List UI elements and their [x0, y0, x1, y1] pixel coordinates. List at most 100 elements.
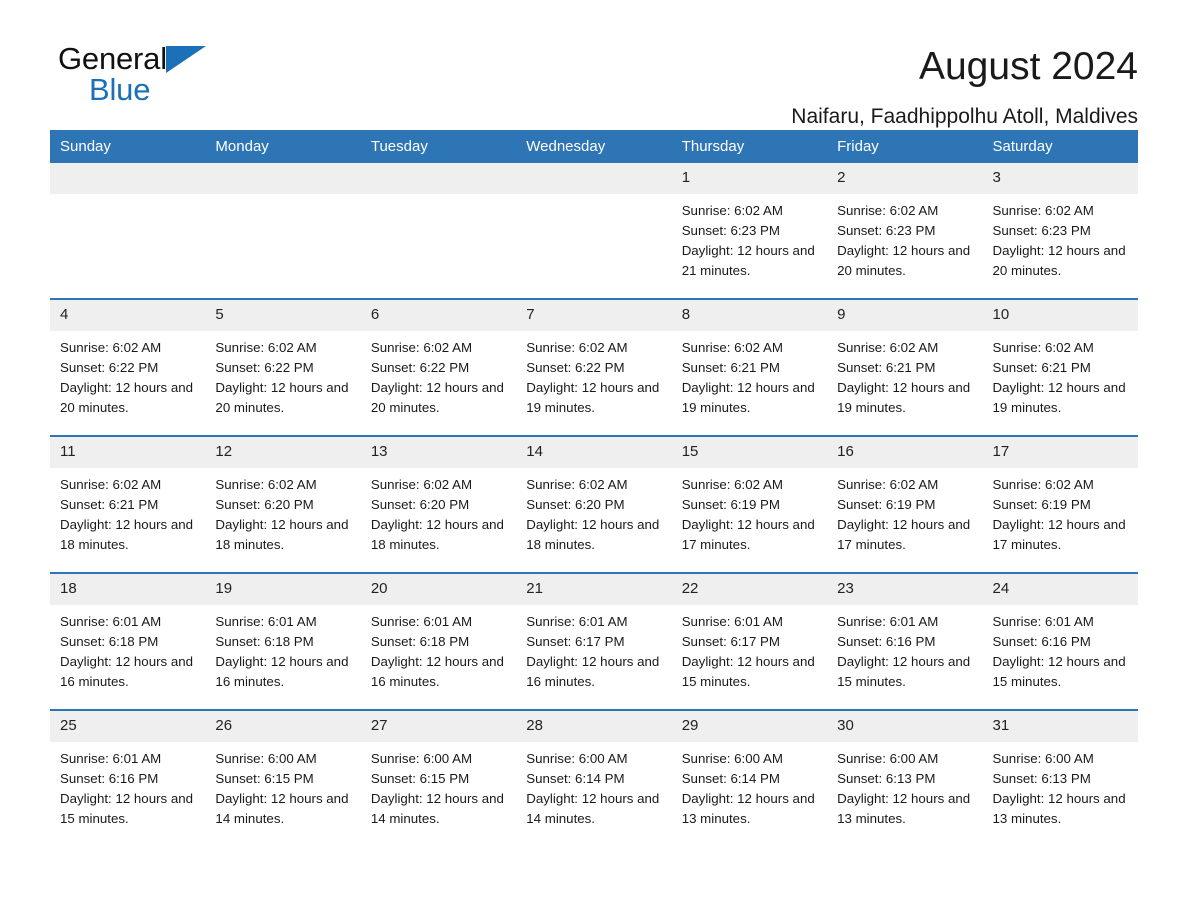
day-details: Sunrise: 6:00 AM Sunset: 6:13 PM Daylight:…	[983, 742, 1138, 829]
calendar-day-cell[interactable]: 9 Sunrise: 6:02 AM Sunset: 6:21 PM Daylight…	[827, 298, 983, 436]
sunrise-text: Sunrise: 6:01 AM	[215, 614, 317, 629]
calendar-day-cell[interactable]: 16 Sunrise: 6:02 AM Sunset: 6:19 PM Dayligh…	[827, 435, 983, 573]
calendar-day-cell[interactable]: 15 Sunrise: 6:02 AM Sunset: 6:19 PM Dayligh…	[671, 435, 828, 573]
day-number: 16	[827, 437, 983, 468]
calendar-week-row: 1 Sunrise: 6:02 AM Sunset: 6:23 PM Daylight…	[50, 163, 1138, 299]
calendar-day-cell[interactable]: 10 Sunrise: 6:02 AM Sunset: 6:21 PM Dayligh…	[982, 298, 1138, 436]
day-details: Sunrise: 6:02 AM Sunset: 6:22 PM Daylight:…	[50, 331, 205, 418]
day-number	[516, 163, 672, 194]
sunset-text: Sunset: 6:22 PM	[215, 360, 314, 375]
calendar-day-cell[interactable]: 24 Sunrise: 6:01 AM Sunset: 6:16 PM Dayligh…	[982, 572, 1138, 710]
calendar-day-cell[interactable]: 25 Sunrise: 6:01 AM Sunset: 6:16 PM Dayligh…	[50, 709, 206, 846]
day-details: Sunrise: 6:01 AM Sunset: 6:17 PM Daylight:…	[516, 605, 671, 692]
day-number: 27	[360, 711, 517, 742]
sunrise-text: Sunrise: 6:02 AM	[681, 477, 783, 492]
calendar-day-cell[interactable]: 19 Sunrise: 6:01 AM Sunset: 6:18 PM Dayligh…	[205, 572, 361, 710]
sunset-text: Sunset: 6:19 PM	[992, 497, 1091, 512]
calendar-day-cell[interactable]: 11 Sunrise: 6:02 AM Sunset: 6:21 PM Dayligh…	[50, 435, 206, 573]
calendar-day-cell[interactable]: 5 Sunrise: 6:02 AM Sunset: 6:22 PM Daylight…	[205, 298, 361, 436]
logo-top-row: General	[58, 42, 208, 76]
sunrise-text: Sunrise: 6:00 AM	[992, 751, 1094, 766]
calendar-day-cell[interactable]: 13 Sunrise: 6:02 AM Sunset: 6:20 PM Dayligh…	[360, 435, 517, 573]
calendar-day-cell[interactable]: 3 Sunrise: 6:02 AM Sunset: 6:23 PM Daylight…	[982, 163, 1138, 299]
day-details: Sunrise: 6:02 AM Sunset: 6:23 PM Daylight:…	[983, 194, 1138, 281]
daylight-text: Daylight: 12 hours and 17 minutes.	[837, 517, 971, 552]
day-number: 23	[827, 574, 983, 605]
day-number: 17	[982, 437, 1138, 468]
daylight-text: Daylight: 12 hours and 15 minutes.	[60, 791, 194, 826]
calendar-day-cell[interactable]: 7 Sunrise: 6:02 AM Sunset: 6:22 PM Daylight…	[516, 298, 672, 436]
calendar-day-cell[interactable]: 29 Sunrise: 6:00 AM Sunset: 6:14 PM Dayligh…	[671, 709, 828, 846]
day-number: 12	[205, 437, 361, 468]
daylight-text: Daylight: 12 hours and 17 minutes.	[992, 517, 1126, 552]
sunrise-text: Sunrise: 6:00 AM	[681, 751, 783, 766]
calendar-day-cell[interactable]: 21 Sunrise: 6:01 AM Sunset: 6:17 PM Dayligh…	[516, 572, 672, 710]
calendar-page: General Blue August 2024 Naifaru, Faadhi…	[0, 0, 1188, 918]
daylight-text: Daylight: 12 hours and 19 minutes.	[837, 380, 971, 415]
day-details: Sunrise: 6:02 AM Sunset: 6:22 PM Daylight:…	[516, 331, 671, 418]
calendar-day-cell[interactable]: 2 Sunrise: 6:02 AM Sunset: 6:23 PM Daylight…	[827, 163, 983, 299]
sunset-text: Sunset: 6:17 PM	[681, 634, 780, 649]
daylight-text: Daylight: 12 hours and 20 minutes.	[60, 380, 194, 415]
general-blue-logo[interactable]: General Blue	[50, 42, 208, 118]
daylight-text: Daylight: 12 hours and 15 minutes.	[992, 654, 1126, 689]
day-number: 6	[360, 300, 517, 331]
day-number: 24	[982, 574, 1138, 605]
sunset-text: Sunset: 6:19 PM	[837, 497, 936, 512]
day-number: 9	[827, 300, 983, 331]
day-details: Sunrise: 6:02 AM Sunset: 6:20 PM Daylight:…	[205, 468, 360, 555]
sunrise-text: Sunrise: 6:01 AM	[526, 614, 628, 629]
calendar-day-cell[interactable]: 26 Sunrise: 6:00 AM Sunset: 6:15 PM Dayligh…	[205, 709, 361, 846]
daylight-text: Daylight: 12 hours and 18 minutes.	[215, 517, 349, 552]
day-number: 22	[671, 574, 828, 605]
day-details: Sunrise: 6:01 AM Sunset: 6:17 PM Daylight:…	[672, 605, 827, 692]
calendar-day-cell[interactable]: 1 Sunrise: 6:02 AM Sunset: 6:23 PM Daylight…	[671, 163, 828, 299]
sunset-text: Sunset: 6:18 PM	[60, 634, 159, 649]
day-number: 21	[516, 574, 672, 605]
day-details: Sunrise: 6:02 AM Sunset: 6:19 PM Daylight:…	[827, 468, 982, 555]
sunrise-text: Sunrise: 6:02 AM	[370, 477, 473, 492]
day-number: 18	[50, 574, 206, 605]
day-details: Sunrise: 6:02 AM Sunset: 6:21 PM Daylight:…	[983, 331, 1138, 418]
calendar-day-cell[interactable]: 27 Sunrise: 6:00 AM Sunset: 6:15 PM Dayligh…	[360, 709, 517, 846]
day-number: 4	[50, 300, 206, 331]
day-details: Sunrise: 6:02 AM Sunset: 6:20 PM Daylight:…	[361, 468, 516, 555]
day-number: 26	[205, 711, 361, 742]
day-details: Sunrise: 6:02 AM Sunset: 6:19 PM Daylight:…	[672, 468, 827, 555]
calendar-week-row: 11 Sunrise: 6:02 AM Sunset: 6:21 PM Dayligh…	[50, 435, 1138, 573]
calendar-day-cell-empty	[360, 163, 517, 299]
day-number: 19	[205, 574, 361, 605]
day-details: Sunrise: 6:00 AM Sunset: 6:14 PM Daylight:…	[516, 742, 671, 829]
calendar-day-cell[interactable]: 17 Sunrise: 6:02 AM Sunset: 6:19 PM Dayligh…	[982, 435, 1138, 573]
calendar-day-cell[interactable]: 28 Sunrise: 6:00 AM Sunset: 6:14 PM Dayligh…	[516, 709, 672, 846]
sunset-text: Sunset: 6:22 PM	[60, 360, 159, 375]
sunset-text: Sunset: 6:15 PM	[370, 771, 470, 786]
day-number: 30	[827, 711, 983, 742]
sunrise-text: Sunrise: 6:01 AM	[370, 614, 473, 629]
calendar-day-cell-empty	[516, 163, 672, 299]
logo-triangle-icon	[165, 46, 206, 73]
calendar-day-cell[interactable]: 31 Sunrise: 6:00 AM Sunset: 6:13 PM Dayligh…	[982, 709, 1138, 846]
calendar-day-cell[interactable]: 20 Sunrise: 6:01 AM Sunset: 6:18 PM Dayligh…	[360, 572, 517, 710]
day-number: 7	[516, 300, 672, 331]
day-number: 11	[50, 437, 206, 468]
sunset-text: Sunset: 6:14 PM	[681, 771, 780, 786]
day-details: Sunrise: 6:02 AM Sunset: 6:21 PM Daylight:…	[50, 468, 205, 555]
day-details: Sunrise: 6:00 AM Sunset: 6:15 PM Daylight:…	[205, 742, 360, 829]
calendar-head: Sunday Monday Tuesday Wednesday Thursday…	[50, 130, 1138, 163]
sunset-text: Sunset: 6:16 PM	[60, 771, 159, 786]
calendar-day-cell[interactable]: 30 Sunrise: 6:00 AM Sunset: 6:13 PM Dayligh…	[827, 709, 983, 846]
calendar-day-cell[interactable]: 12 Sunrise: 6:02 AM Sunset: 6:20 PM Dayligh…	[205, 435, 361, 573]
calendar-day-cell[interactable]: 23 Sunrise: 6:01 AM Sunset: 6:16 PM Dayligh…	[827, 572, 983, 710]
day-number: 20	[360, 574, 517, 605]
calendar-day-cell[interactable]: 22 Sunrise: 6:01 AM Sunset: 6:17 PM Dayligh…	[671, 572, 828, 710]
calendar-day-cell[interactable]: 18 Sunrise: 6:01 AM Sunset: 6:18 PM Dayligh…	[50, 572, 206, 710]
day-number: 29	[671, 711, 828, 742]
calendar-day-cell[interactable]: 6 Sunrise: 6:02 AM Sunset: 6:22 PM Daylight…	[360, 298, 517, 436]
calendar-day-cell[interactable]: 4 Sunrise: 6:02 AM Sunset: 6:22 PM Daylight…	[50, 298, 206, 436]
calendar-day-cell[interactable]: 14 Sunrise: 6:02 AM Sunset: 6:20 PM Dayligh…	[516, 435, 672, 573]
calendar-day-cell[interactable]: 8 Sunrise: 6:02 AM Sunset: 6:21 PM Daylight…	[671, 298, 828, 436]
title-block: August 2024 Naifaru, Faadhippolhu Atoll,…	[791, 42, 1138, 130]
sunrise-text: Sunrise: 6:02 AM	[60, 340, 162, 355]
daylight-text: Daylight: 12 hours and 21 minutes.	[681, 243, 815, 278]
